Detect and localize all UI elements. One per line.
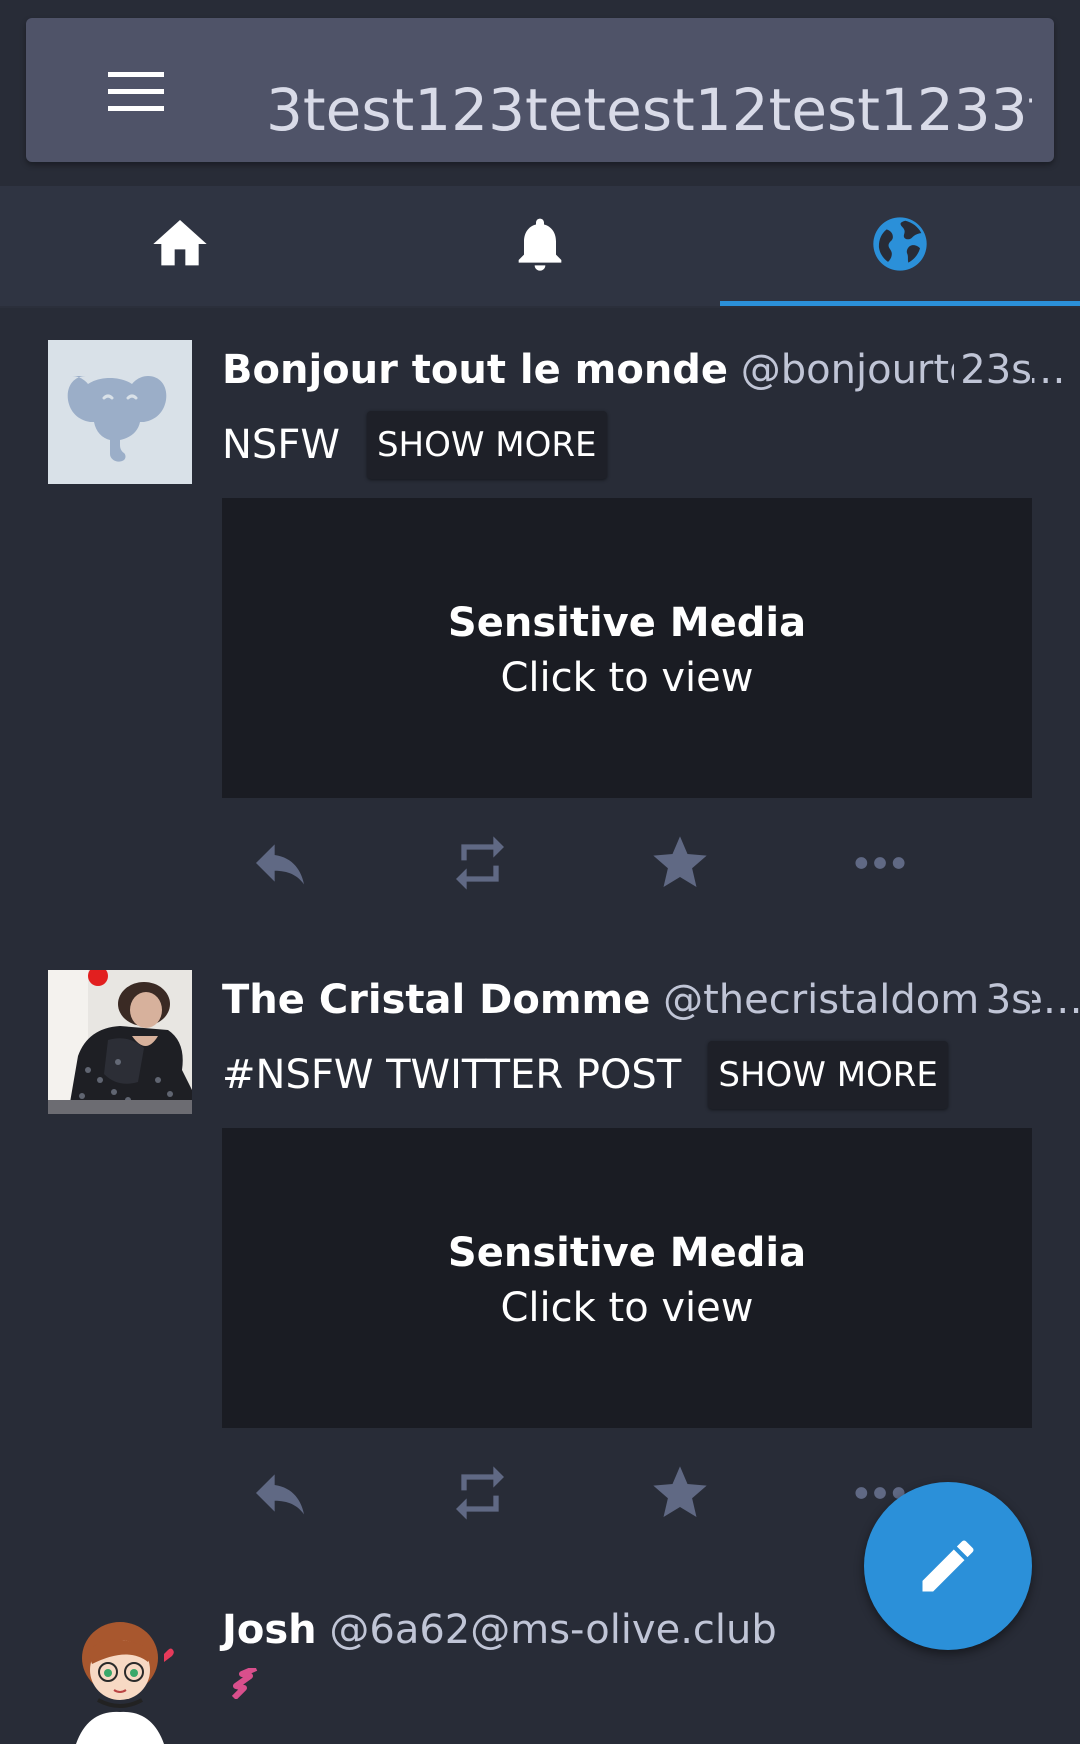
sensitive-media[interactable]: Sensitive Media Click to view [222,498,1032,798]
display-name[interactable]: The Cristal Domme [222,977,650,1023]
pencil-icon [922,1540,974,1592]
star-icon [653,836,707,887]
status-header: The Cristal Domme @thecristaldomme… 3s [222,966,1080,1034]
menu-button[interactable] [80,62,192,118]
display-name[interactable]: Josh [222,1607,317,1653]
reply-icon [256,1474,304,1515]
boost-button[interactable] [440,1458,520,1528]
tab-home[interactable] [0,186,360,306]
boost-icon [456,836,504,890]
content-warning: #NSFW TWITTER POST SHOW MORE [222,1040,948,1110]
sensitive-media-hint: Click to view [500,655,754,701]
status-item[interactable]: The Cristal Domme @thecristaldomme… 3s #… [0,938,1080,1570]
spoiler-text: #NSFW TWITTER POST [222,1052,682,1098]
avatar[interactable] [48,1600,192,1744]
active-tab-indicator [720,301,1080,306]
timestamp[interactable]: 3s [979,966,1032,1034]
reply-button[interactable] [240,828,320,898]
search-bar[interactable]: 3test123tetest12test1233test12 [26,18,1054,162]
tab-bar [0,186,1080,308]
hamburger-menu-icon [108,72,164,111]
search-input[interactable]: 3test123tetest12test1233test12 [266,74,1032,146]
tab-notifications[interactable] [360,186,720,306]
bell-icon [518,218,562,271]
show-more-button[interactable]: SHOW MORE [366,411,607,479]
content-warning: NSFW SHOW MORE [222,410,607,480]
user-photo-avatar [48,970,192,1114]
sensitive-media-title: Sensitive Media [447,1230,807,1276]
favourite-button[interactable] [640,1458,720,1528]
more-options-button[interactable] [840,828,920,898]
reply-icon [256,844,304,885]
status-item[interactable]: Bonjour tout le monde @bonjourtoutl… 23s… [0,308,1080,940]
reply-button[interactable] [240,1458,320,1528]
account-handle[interactable]: @6a62@ms-olive.club [329,1607,776,1653]
default-elephant-avatar-icon [48,340,192,484]
tab-federated[interactable] [720,186,1080,306]
content-emoji-icon [231,1668,258,1699]
star-icon [653,1466,707,1517]
avatar[interactable] [48,970,192,1114]
timestamp[interactable]: 23s [954,336,1032,404]
home-icon [153,220,207,266]
globe-icon [873,217,927,271]
compose-button[interactable] [864,1482,1032,1650]
more-dots-icon [855,857,905,869]
display-name[interactable]: Bonjour tout le monde [222,347,728,393]
anime-character-avatar [48,1600,192,1744]
sensitive-media-title: Sensitive Media [447,600,807,646]
spoiler-text: NSFW [222,422,340,468]
status-actions [222,818,1032,908]
sensitive-media[interactable]: Sensitive Media Click to view [222,1128,1032,1428]
favourite-button[interactable] [640,828,720,898]
boost-icon [456,1466,504,1520]
show-more-button[interactable]: SHOW MORE [708,1041,948,1109]
boost-button[interactable] [440,828,520,898]
avatar[interactable] [48,340,192,484]
sensitive-media-hint: Click to view [500,1285,754,1331]
status-header: Bonjour tout le monde @bonjourtoutl… 23s [222,336,1066,404]
